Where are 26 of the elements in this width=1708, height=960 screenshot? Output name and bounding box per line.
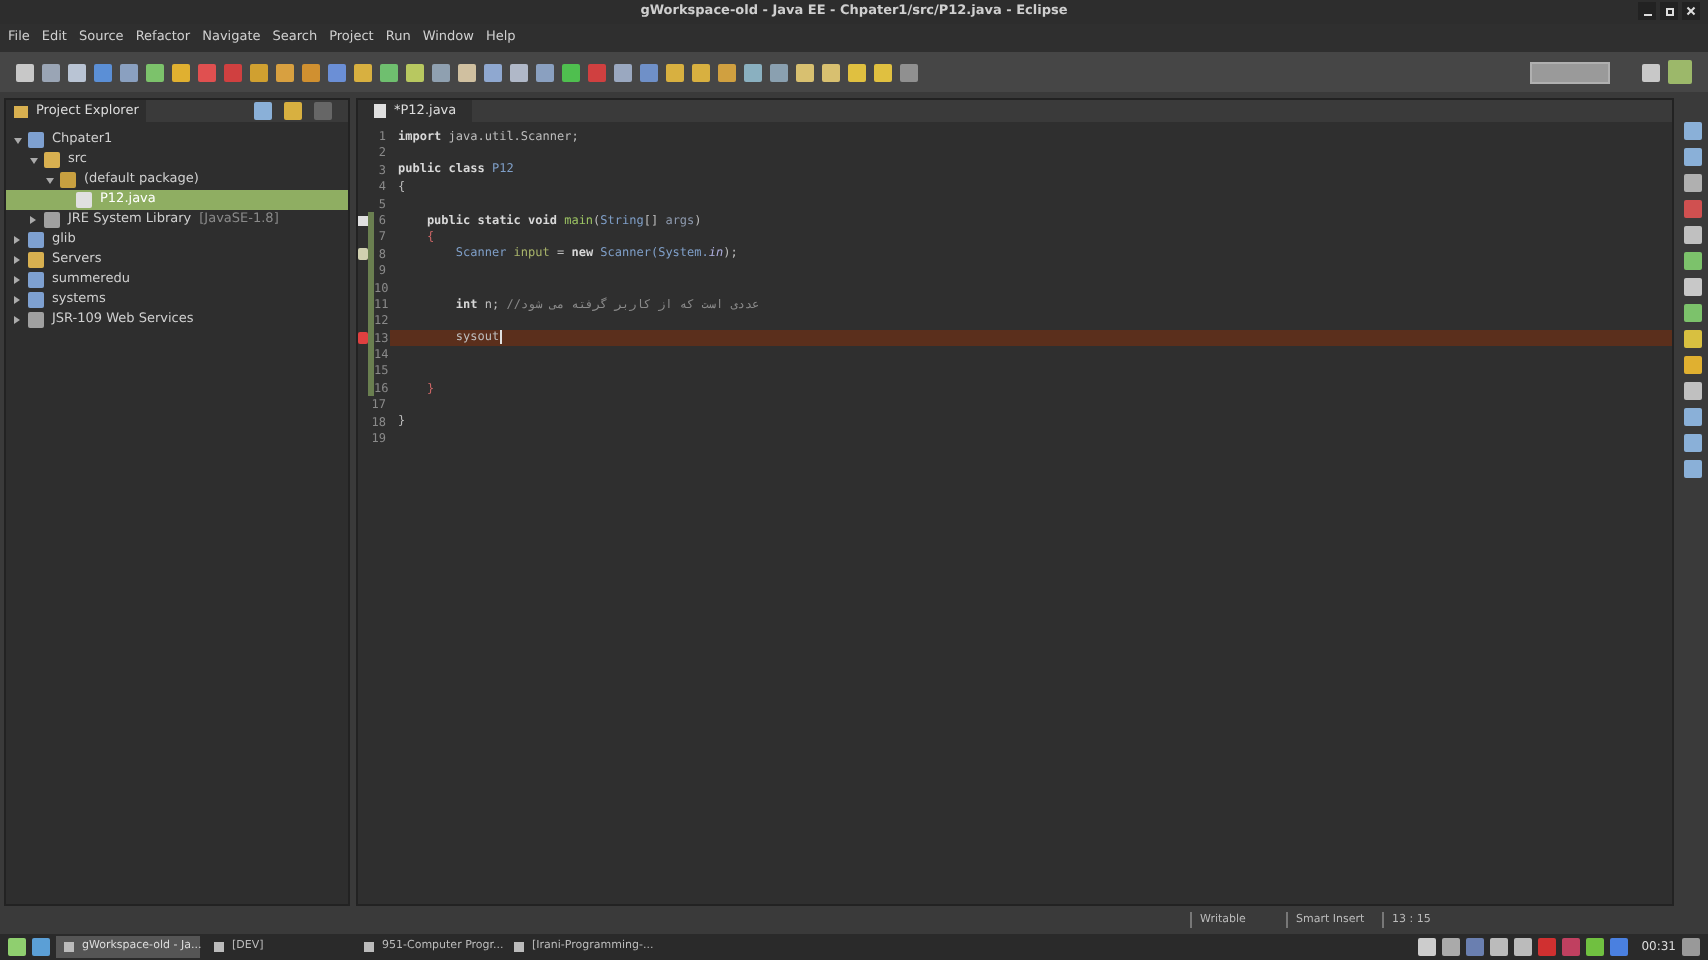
collapse-arrow-icon[interactable] [30,157,38,163]
minimize-icon[interactable] [1638,2,1656,20]
text-cursor [499,330,502,345]
folder-icon [28,252,44,268]
expand-arrow-icon[interactable] [14,276,20,284]
window-icon [214,942,224,952]
collapse-arrow-icon[interactable] [14,137,22,143]
folder-icon [14,105,28,117]
warning-marker-icon [358,247,368,260]
window-icon [514,942,524,952]
expand-arrow-icon[interactable] [14,296,20,304]
close-icon[interactable] [1682,2,1700,20]
expand-arrow-icon[interactable] [14,256,20,264]
expand-arrow-icon[interactable] [14,316,20,324]
expand-arrow-icon[interactable] [14,236,20,244]
java-file-icon [374,104,386,118]
quick-access-field[interactable] [1530,61,1610,83]
fold-icon[interactable] [358,215,368,226]
error-marker-icon [358,331,368,344]
java-file-icon [76,192,92,208]
maximize-icon[interactable] [1660,2,1678,20]
collapse-arrow-icon[interactable] [46,177,54,183]
folder-icon [44,152,60,168]
expand-arrow-icon[interactable] [30,216,36,224]
window-icon [364,942,374,952]
window-icon [64,942,74,952]
